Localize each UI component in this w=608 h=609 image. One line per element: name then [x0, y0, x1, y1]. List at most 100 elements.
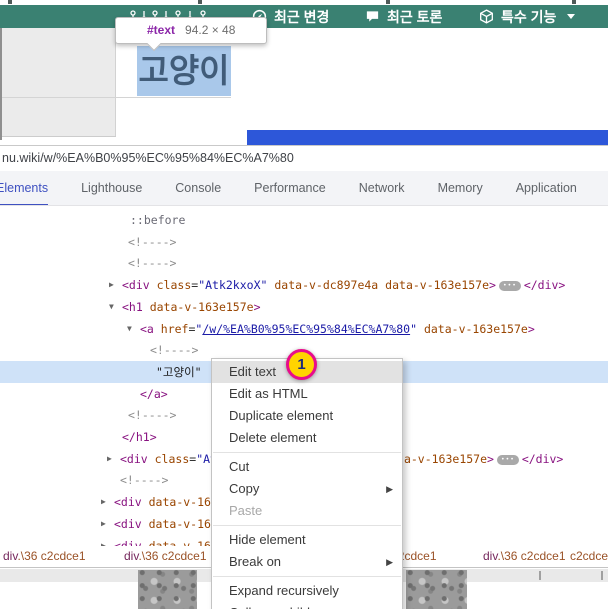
cutoff-text-fragment — [601, 571, 603, 580]
devtools-tab-bar: Elements Lighthouse Console Performance Netw… — [0, 171, 608, 206]
cutoff-text-fragment — [572, 0, 576, 4]
code-tag: <div — [114, 495, 149, 509]
navbar-item-2[interactable]: 최근 토론 — [365, 5, 442, 28]
inspected-heading[interactable]: 고양이 — [137, 46, 231, 96]
screenshot-root: 최근 변경 최근 토론 특수 기능 고양이 #text94.2 × 48 nu.wi… — [0, 0, 608, 609]
code-tag: <div — [114, 517, 149, 531]
code-com: <!----> — [128, 256, 176, 270]
code-val: " — [410, 322, 417, 336]
code-com: <!----> — [150, 343, 198, 357]
tree-row[interactable]: ▼<h1 data-v-163e157e> — [0, 296, 608, 318]
tab-application[interactable]: Application — [516, 171, 577, 206]
menu-item-expand-recursively[interactable]: Expand recursively — [212, 580, 402, 602]
code-tag: </h1> — [122, 430, 157, 444]
cutoff-text-fragment — [539, 571, 541, 580]
tree-row-code: <!----> — [120, 469, 168, 491]
tree-row[interactable]: <!----> — [0, 252, 608, 274]
chat-icon — [365, 9, 380, 24]
tree-row[interactable]: ▶<div class="Atk2kxoX" data-v-dc897e4a d… — [0, 274, 608, 296]
table-border — [0, 136, 116, 137]
breadcrumb-item[interactable]: div.\36 c2cdce1 — [3, 546, 86, 567]
navbar-item-3[interactable]: 특수 기능 — [479, 5, 575, 28]
cutoff-text-fragment — [386, 0, 390, 4]
tab-performance[interactable]: Performance — [254, 171, 326, 206]
tree-row-code: ::before — [130, 209, 185, 231]
breadcrumb-class: .\36 c2cdce1 — [497, 549, 565, 563]
hidden-children-ellipsis[interactable]: ••• — [497, 455, 519, 465]
submenu-arrow-icon: ▶ — [386, 478, 393, 500]
code-attr: href — [161, 322, 189, 336]
tab-console[interactable]: Console — [175, 171, 221, 206]
tree-row[interactable]: ::before — [0, 209, 608, 231]
breadcrumb-tag: div — [3, 549, 17, 563]
breadcrumb-item[interactable]: div.\36 c2cdce1 — [483, 546, 566, 567]
menu-item-break-on[interactable]: Break on▶ — [212, 551, 402, 573]
code-pseudo: ::before — [130, 213, 185, 227]
menu-item-hide-element[interactable]: Hide element — [212, 529, 402, 551]
tree-row[interactable]: <!----> — [0, 231, 608, 253]
cutoff-text-fragment — [8, 0, 12, 4]
tree-row-code: "고양이" — [156, 361, 202, 383]
selected-element-highlight — [247, 130, 608, 145]
code-tag: <a — [140, 322, 161, 336]
expand-arrow-icon[interactable]: ▶ — [109, 274, 114, 296]
collapse-arrow-icon[interactable]: ▼ — [127, 318, 132, 340]
menu-item-duplicate-element[interactable]: Duplicate element — [212, 405, 402, 427]
code-plain — [417, 322, 424, 336]
code-tag: > — [487, 452, 494, 466]
menu-item-collapse-children[interactable]: Collapse children — [212, 602, 402, 609]
code-text: "고양이" — [156, 365, 202, 379]
code-tag: <div — [122, 278, 157, 292]
menu-separator — [213, 452, 401, 453]
table-border — [0, 97, 231, 98]
tab-memory[interactable]: Memory — [438, 171, 483, 206]
tab-lighthouse[interactable]: Lighthouse — [81, 171, 142, 206]
collapse-arrow-icon[interactable]: ▼ — [109, 296, 114, 318]
hidden-children-ellipsis[interactable]: ••• — [499, 281, 521, 291]
code-com: <!----> — [128, 235, 176, 249]
chevron-down-icon — [567, 14, 575, 19]
code-com: <!----> — [120, 473, 168, 487]
breadcrumb-class: c2cdce1 — [570, 549, 608, 563]
window-edge — [0, 28, 2, 140]
menu-item-delete-element[interactable]: Delete element — [212, 427, 402, 449]
menu-item-edit-as-html[interactable]: Edit as HTML — [212, 383, 402, 405]
breadcrumb-tag: div — [124, 549, 138, 563]
menu-separator — [213, 576, 401, 577]
menu-item-copy[interactable]: Copy▶ — [212, 478, 402, 500]
page-content: 고양이 #text94.2 × 48 — [0, 28, 608, 145]
breadcrumb-class: .\36 c2cdce1 — [138, 549, 206, 563]
navbar-item-label: 최근 변경 — [274, 7, 329, 27]
code-attr: data-v-dc897e4a — [274, 278, 378, 292]
expand-arrow-icon[interactable]: ▶ — [107, 448, 112, 470]
heading-text: 고양이 — [138, 51, 229, 90]
status-url-text: nu.wiki/w/%EA%B0%95%EC%95%84%EC%A7%80 — [2, 151, 294, 165]
breadcrumb-class: .\36 c2cdce1 — [17, 549, 85, 563]
code-tag: > — [254, 300, 261, 314]
site-navbar: 최근 변경 최근 토론 특수 기능 — [0, 5, 608, 28]
code-tag: <h1 — [122, 300, 150, 314]
code-tag: </div> — [524, 278, 566, 292]
breadcrumb-tag: div — [483, 549, 497, 563]
tree-row-code: </a> — [140, 383, 168, 405]
breadcrumb-item[interactable]: c2cdce1 — [570, 546, 608, 567]
tab-network[interactable]: Network — [359, 171, 405, 206]
code-attr: class — [157, 278, 192, 292]
menu-item-paste: Paste — [212, 500, 402, 522]
code-tag: > — [489, 278, 496, 292]
tree-row-code: <!----> — [128, 404, 176, 426]
tab-elements[interactable]: Elements — [0, 171, 48, 206]
expand-arrow-icon[interactable]: ▶ — [101, 513, 106, 535]
cutoff-text-fragment — [198, 0, 202, 4]
code-tag: > — [528, 322, 535, 336]
breadcrumb-item[interactable]: div.\36 c2cdce1 — [124, 546, 207, 567]
tree-row[interactable]: ▼<a href="/w/%EA%B0%95%EC%95%84%EC%A7%80… — [0, 318, 608, 340]
expand-arrow-icon[interactable]: ▶ — [101, 491, 106, 513]
inspect-tooltip: #text94.2 × 48 — [115, 17, 267, 44]
menu-item-cut[interactable]: Cut — [212, 456, 402, 478]
code-link[interactable]: /w/%EA%B0%95%EC%95%84%EC%A7%80 — [202, 322, 410, 336]
code-attr: data-v-163e157e — [424, 322, 528, 336]
code-attr: class — [155, 452, 190, 466]
tree-row-code: </h1> — [122, 426, 157, 448]
cube-icon — [479, 9, 494, 24]
